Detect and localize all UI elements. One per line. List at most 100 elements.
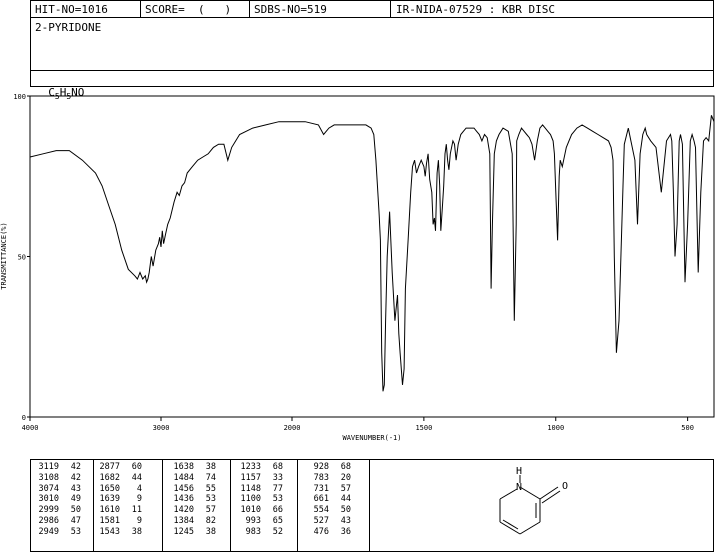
peak-transmittance: 42 [70,462,81,472]
peak-wavenumber: 1484 [173,472,194,483]
peak-wavenumber: 993 [245,515,261,526]
peak-transmittance: 50 [340,505,351,516]
peak-row: 1233 68 [237,462,283,473]
peak-transmittance: 9 [136,494,142,505]
peak-transmittance: 9 [136,515,142,526]
x-tick-label: 2000 [284,424,301,432]
spectrum-line [29,115,715,392]
peak-row: 1650 4 [96,484,142,495]
peak-wavenumber: 3108 [38,472,59,483]
plot-frame [29,95,715,418]
x-tick-label: 4000 [22,424,39,432]
peak-row: 1436 53 [170,494,216,505]
peak-wavenumber: 3074 [38,483,59,494]
y-tick-label: 50 [18,254,26,262]
peak-row: 1610 11 [96,505,142,516]
peak-wavenumber: 661 [313,494,329,505]
peak-row: 1384 82 [170,516,216,527]
peak-wavenumber: 783 [313,472,329,483]
peak-row: 928 68 [305,462,351,473]
peak-wavenumber: 1233 [240,462,261,472]
peak-transmittance: 65 [272,515,283,526]
peak-wavenumber: 1245 [173,526,194,537]
peak-transmittance: 68 [340,462,351,472]
peak-transmittance: 77 [272,483,283,494]
peak-row: 1581 9 [96,516,142,527]
peak-wavenumber: 1100 [240,494,261,505]
peak-column: 1233 68 1157 33 1148 77 1100 53 1010 66 993 65 983 52 [237,462,283,538]
peak-wavenumber: 1610 [99,505,120,516]
peak-wavenumber: 1157 [240,472,261,483]
peak-transmittance: 42 [70,472,81,483]
peak-transmittance: 38 [205,462,216,472]
peak-column: 2877 60 1682 44 1650 4 1639 9 1610 11 1581 9 1543 38 [96,462,142,538]
peak-wavenumber: 1543 [99,526,120,537]
atom-n: N [516,482,522,493]
peak-wavenumber: 1010 [240,505,261,516]
peak-row: 476 36 [305,527,351,538]
peak-row: 2949 53 [35,527,81,538]
peak-row: 983 52 [237,527,283,538]
peak-row: 1484 74 [170,473,216,484]
peak-row: 783 20 [305,473,351,484]
peak-wavenumber: 2877 [99,462,120,472]
peak-wavenumber: 731 [313,483,329,494]
peak-row: 3010 49 [35,494,81,505]
peak-row: 2877 60 [96,462,142,473]
peak-wavenumber: 2986 [38,515,59,526]
peak-transmittance: 53 [70,526,81,537]
peak-transmittance: 50 [70,505,81,516]
peak-row: 1100 53 [237,494,283,505]
x-tick-label: 3000 [153,424,170,432]
peak-transmittance: 57 [340,483,351,494]
peak-wavenumber: 476 [313,526,329,537]
peak-table-divider [162,459,163,552]
peak-wavenumber: 1682 [99,472,120,483]
y-tick-label: 100 [13,93,26,101]
peak-transmittance: 11 [131,505,142,516]
peak-transmittance: 74 [205,472,216,483]
peak-wavenumber: 1456 [173,483,194,494]
x-tick-label: 1500 [415,424,432,432]
x-tick-label: 500 [681,424,694,432]
peak-row: 2999 50 [35,505,81,516]
peak-row: 1543 38 [96,527,142,538]
peak-wavenumber: 1581 [99,515,120,526]
peak-transmittance: 4 [136,483,142,494]
peak-transmittance: 82 [205,515,216,526]
peak-transmittance: 44 [131,472,142,483]
peak-transmittance: 47 [70,515,81,526]
peak-wavenumber: 928 [313,462,329,472]
peak-transmittance: 49 [70,494,81,505]
peak-row: 731 57 [305,484,351,495]
peak-transmittance: 55 [205,483,216,494]
peak-wavenumber: 1639 [99,494,120,505]
peak-transmittance: 20 [340,472,351,483]
y-tick-label: 0 [22,414,26,422]
peak-transmittance: 53 [205,494,216,505]
peak-wavenumber: 983 [245,526,261,537]
peak-wavenumber: 3119 [38,462,59,472]
structure-drawing: N H O [499,466,568,535]
peak-transmittance: 33 [272,472,283,483]
peak-row: 527 43 [305,516,351,527]
peak-row: 1682 44 [96,473,142,484]
peak-wavenumber: 1420 [173,505,194,516]
peak-table-divider [93,459,94,552]
peak-wavenumber: 1638 [173,462,194,472]
peak-column: 928 68 783 20 731 57 661 44 554 50 527 43 476 36 [305,462,351,538]
peak-row: 1148 77 [237,484,283,495]
peak-row: 2986 47 [35,516,81,527]
peak-transmittance: 66 [272,505,283,516]
atom-h: H [516,466,522,477]
y-axis-label: TRANSMITTANCE(%) [0,222,8,289]
peak-wavenumber: 2999 [38,505,59,516]
peak-row: 1245 38 [170,527,216,538]
peak-row: 3119 42 [35,462,81,473]
peak-row: 1157 33 [237,473,283,484]
peak-row: 1639 9 [96,494,142,505]
peak-wavenumber: 1436 [173,494,194,505]
peak-wavenumber: 3010 [38,494,59,505]
peak-row: 3108 42 [35,473,81,484]
peak-table-divider [297,459,298,552]
